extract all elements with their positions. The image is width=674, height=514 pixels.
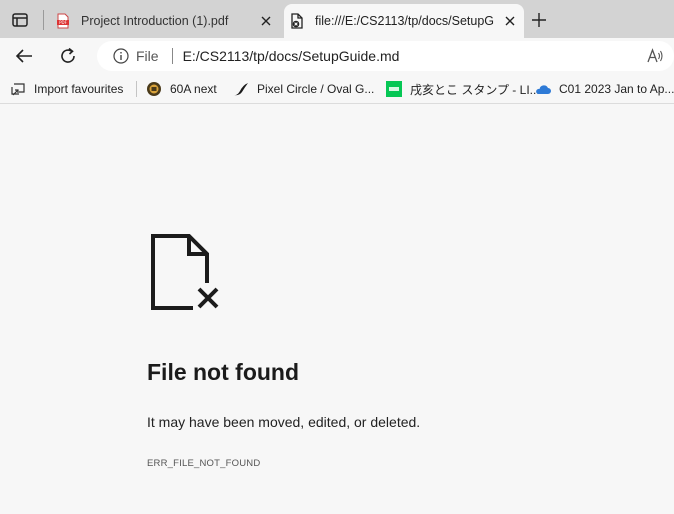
favourites-bar: Import favourites 60A next Pixel Circle …	[0, 74, 674, 104]
tab-setup-guide[interactable]: file:///E:/CS2113/tp/docs/SetupG	[284, 4, 524, 38]
tab-strip: PDF Project Introduction (1).pdf file://…	[0, 0, 674, 38]
pdf-icon: PDF	[57, 13, 69, 29]
import-icon	[11, 83, 25, 96]
tab-separator	[43, 10, 44, 30]
error-page: File not found It may have been moved, e…	[0, 105, 674, 514]
scheme-label: File	[136, 48, 159, 64]
onedrive-icon	[536, 85, 551, 94]
url-text[interactable]: E:/CS2113/tp/docs/SetupGuide.md	[183, 48, 400, 64]
favourite-label: 60A next	[170, 82, 217, 96]
tab-project-introduction[interactable]: PDF Project Introduction (1).pdf	[50, 4, 280, 38]
favourite-60a-next[interactable]: 60A next	[146, 79, 217, 99]
read-aloud-icon[interactable]	[646, 47, 664, 65]
favourites-separator	[136, 81, 137, 97]
bus-icon	[147, 82, 161, 96]
line-icon	[386, 81, 402, 97]
tab-close-button[interactable]	[500, 11, 520, 31]
info-icon[interactable]	[113, 48, 129, 64]
error-message: It may have been moved, edited, or delet…	[147, 414, 421, 430]
missing-file-icon	[151, 234, 221, 311]
back-button[interactable]	[11, 43, 37, 69]
favourite-label: Pixel Circle / Oval G...	[257, 82, 375, 96]
favourite-import[interactable]: Import favourites	[10, 79, 123, 99]
new-tab-button[interactable]	[528, 9, 550, 31]
favourite-label: Import favourites	[34, 82, 124, 96]
favourite-label: C01 2023 Jan to Ap...	[559, 82, 674, 96]
navigation-toolbar: File E:/CS2113/tp/docs/SetupGuide.md	[0, 38, 674, 74]
tab-actions-icon	[12, 13, 28, 27]
tab-actions-button[interactable]	[7, 8, 33, 32]
tab-close-button[interactable]	[256, 11, 276, 31]
close-icon	[261, 16, 271, 26]
favourite-c01-2023[interactable]: C01 2023 Jan to Ap...	[535, 79, 674, 99]
address-bar[interactable]: File E:/CS2113/tp/docs/SetupGuide.md	[97, 41, 674, 71]
favourite-pixel-circle[interactable]: Pixel Circle / Oval G...	[233, 79, 374, 99]
error-title: File not found	[147, 359, 300, 385]
favourite-line-stamp[interactable]: 戌亥とこ スタンプ - LI...	[386, 79, 540, 99]
svg-text:PDF: PDF	[59, 20, 67, 25]
close-icon	[505, 16, 515, 26]
error-code: ERR_FILE_NOT_FOUND	[147, 458, 261, 469]
tab-title: Project Introduction (1).pdf	[81, 14, 229, 28]
pixel-icon	[234, 83, 248, 96]
back-arrow-icon	[15, 49, 32, 63]
plus-icon	[532, 13, 546, 27]
file-error-icon	[291, 13, 303, 29]
tab-title: file:///E:/CS2113/tp/docs/SetupG	[315, 14, 495, 28]
address-divider	[171, 48, 173, 64]
refresh-button[interactable]	[55, 43, 81, 69]
refresh-icon	[61, 47, 75, 63]
favourite-label: 戌亥とこ スタンプ - LI...	[410, 82, 540, 97]
